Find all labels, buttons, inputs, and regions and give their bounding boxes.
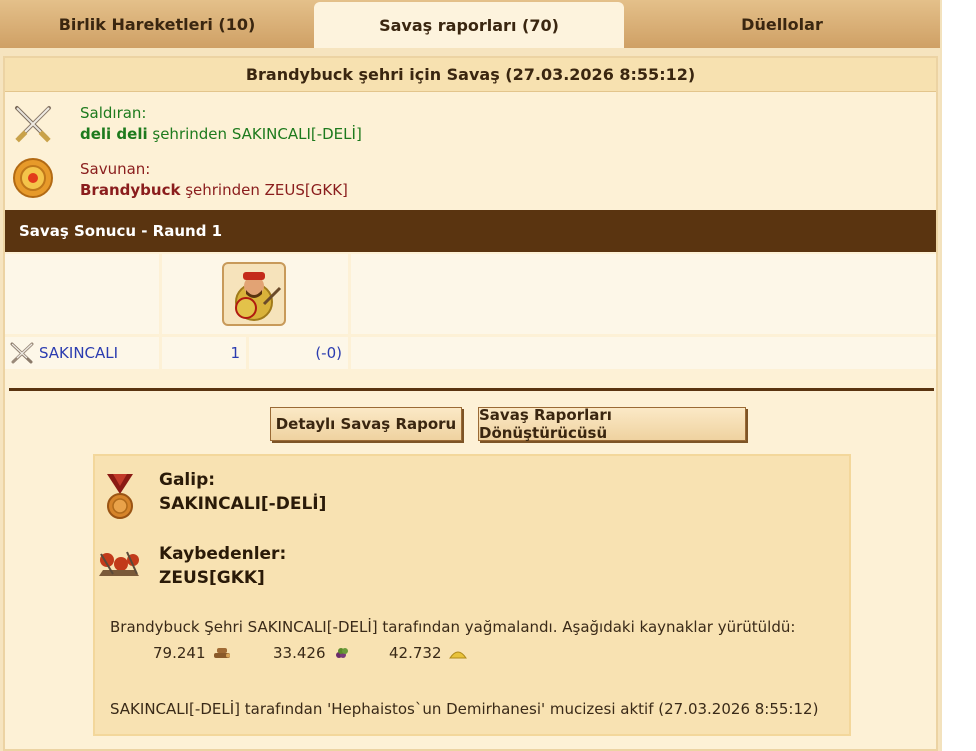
table-row-name-cell: SAKINCALI xyxy=(5,337,159,369)
unit-loss: (-0) xyxy=(315,344,342,362)
main-window: Birlik Hareketleri (10) Savaş raporları … xyxy=(0,0,940,751)
losers-name: ZEUS[GKK] xyxy=(159,568,265,588)
resource-wood: 79.241 xyxy=(153,644,232,662)
divider xyxy=(9,388,934,391)
unit-portrait xyxy=(222,262,286,326)
crossed-swords-icon xyxy=(15,106,51,143)
defender-city[interactable]: Brandybuck xyxy=(80,181,180,199)
wine-icon xyxy=(335,648,348,658)
winner-label: Galip: xyxy=(159,470,216,490)
wonder-text: SAKINCALI[-DELİ] tarafından 'Hephaistos`… xyxy=(110,700,819,718)
tab-label: Savaş raporları (70) xyxy=(379,15,559,35)
losers-label: Kaybedenler: xyxy=(159,544,287,564)
battle-result-header: Savaş Sonucu - Raund 1 xyxy=(5,210,936,252)
tab-duels[interactable]: Düellolar xyxy=(624,0,940,48)
resource-sulfur: 42.732 xyxy=(389,644,468,662)
sulfur-icon xyxy=(448,651,467,659)
tab-troop-movements[interactable]: Birlik Hareketleri (10) xyxy=(0,0,314,48)
detailed-report-button[interactable]: Detaylı Savaş Raporu xyxy=(270,407,462,441)
defender-player[interactable]: ZEUS[GKK] xyxy=(265,181,348,199)
table-cell xyxy=(351,254,936,334)
tab-combat-reports[interactable]: Savaş raporları (70) xyxy=(314,2,624,48)
resource-wine: 33.426 xyxy=(273,644,352,662)
table-cell xyxy=(5,254,159,334)
fallen-soldiers-icon xyxy=(99,551,139,576)
attacker-section: Saldıran: deli deli şehrinden SAKINCALI[… xyxy=(5,100,936,154)
report-title: Brandybuck şehri için Savaş (27.03.2026 … xyxy=(5,58,936,92)
divider xyxy=(940,0,942,751)
winner-name: SAKINCALI[-DELİ] xyxy=(159,494,327,514)
defender-section: Savunan: Brandybuck şehrinden ZEUS[GKK] xyxy=(5,154,936,210)
attacker-label: Saldıran: xyxy=(80,104,147,122)
table-cell xyxy=(162,254,348,334)
medal-icon xyxy=(107,474,133,519)
attacker-connector: şehrinden xyxy=(147,125,232,143)
attacker-city[interactable]: deli deli xyxy=(80,125,148,143)
hoplite-unit-icon xyxy=(235,272,282,321)
tab-bar: Birlik Hareketleri (10) Savaş raporları … xyxy=(0,0,940,48)
tab-label: Birlik Hareketleri (10) xyxy=(58,14,256,34)
table-cell: (-0) xyxy=(249,337,348,369)
battle-units-table: SAKINCALI 1 (-0) xyxy=(5,254,936,372)
defender-line: Brandybuck şehrinden ZEUS[GKK] xyxy=(80,181,348,199)
resource-value: 42.732 xyxy=(389,644,442,662)
tab-label: Düellolar xyxy=(741,14,823,34)
table-cell xyxy=(351,337,936,369)
defender-label: Savunan: xyxy=(80,160,151,178)
battle-summary: Galip: SAKINCALI[-DELİ] Kaybedenler: ZEU… xyxy=(93,454,851,736)
crossed-swords-icon xyxy=(10,342,34,364)
unit-owner-link[interactable]: SAKINCALI xyxy=(39,344,118,362)
report-converter-button[interactable]: Savaş Raporları Dönüştürücüsü xyxy=(478,406,746,442)
unit-count: 1 xyxy=(230,344,240,362)
plunder-text: Brandybuck Şehri SAKINCALI[-DELİ] tarafı… xyxy=(110,618,796,636)
scrollbar-gutter xyxy=(940,0,976,751)
table-cell: 1 xyxy=(162,337,246,369)
report-panel: Brandybuck şehri için Savaş (27.03.2026 … xyxy=(3,56,938,751)
shield-icon xyxy=(13,158,53,198)
defender-connector: şehrinden xyxy=(180,181,265,199)
resource-value: 79.241 xyxy=(153,644,206,662)
attacker-line: deli deli şehrinden SAKINCALI[-DELİ] xyxy=(80,125,362,143)
attacker-player[interactable]: SAKINCALI[-DELİ] xyxy=(232,125,362,143)
resource-value: 33.426 xyxy=(273,644,326,662)
wood-icon xyxy=(213,648,230,658)
